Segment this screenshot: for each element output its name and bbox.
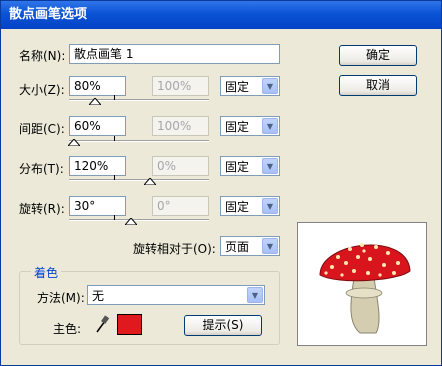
chevron-down-icon: ▼ (262, 158, 278, 174)
cancel-button[interactable]: 取消 (339, 75, 417, 96)
scatter-label: 分布(T): (19, 162, 64, 176)
rotation-relative-select[interactable]: 页面 ▼ (220, 236, 280, 256)
scatter-slider-thumb[interactable] (144, 178, 156, 185)
name-field[interactable]: 散点画笔 1 (69, 44, 280, 64)
method-value: 无 (92, 289, 105, 303)
eyedropper-icon[interactable] (94, 314, 110, 334)
scatter-mode-select[interactable]: 固定 ▼ (220, 156, 280, 176)
rotation-mode-select[interactable]: 固定 ▼ (220, 196, 280, 216)
spacing-field[interactable]: 60% (69, 116, 126, 136)
spacing-slider-tick (114, 136, 115, 141)
chevron-down-icon: ▼ (262, 78, 278, 94)
method-label: 方法(M): (37, 291, 85, 305)
spacing-mode-select[interactable]: 固定 ▼ (220, 116, 280, 136)
rotation-field[interactable]: 30° (69, 196, 126, 216)
chevron-down-icon: ▼ (262, 118, 278, 134)
ok-button[interactable]: 确定 (339, 45, 417, 66)
size-slider-tick (114, 95, 115, 100)
rotation-max-field: 0° (152, 196, 209, 216)
name-label: 名称(N): (19, 49, 66, 63)
rotation-slider-tick (114, 215, 115, 220)
scatter-brush-options-dialog: 散点画笔选项 名称(N): 散点画笔 1 大小(Z): 80% 100% 固定 … (0, 0, 442, 366)
spacing-mode-value: 固定 (225, 120, 250, 134)
key-color-label: 主色: (53, 322, 82, 336)
rotation-relative-label: 旋转相对于(O): (133, 242, 216, 256)
chevron-down-icon: ▼ (247, 287, 263, 303)
rotation-relative-value: 页面 (225, 240, 250, 254)
spacing-slider-thumb[interactable] (68, 139, 80, 146)
size-mode-value: 固定 (225, 80, 250, 94)
spacing-max-field: 100% (152, 116, 209, 136)
size-max-field: 100% (152, 76, 209, 96)
size-field[interactable]: 80% (69, 76, 126, 96)
brush-preview (297, 222, 427, 346)
size-slider-thumb[interactable] (89, 98, 101, 105)
scatter-field[interactable]: 120% (69, 156, 126, 176)
tips-button[interactable]: 提示(S) (184, 315, 262, 336)
spacing-label: 间距(C): (19, 122, 65, 136)
scatter-max-field: 0% (152, 156, 209, 176)
rotation-slider-track (69, 219, 209, 221)
dialog-title: 散点画笔选项 (9, 7, 88, 22)
scatter-slider-track (69, 179, 209, 181)
colorization-group-title: 着色 (31, 264, 62, 281)
scatter-slider-tick (114, 175, 115, 180)
rotation-slider-thumb[interactable] (125, 218, 137, 225)
rotation-label: 旋转(R): (19, 202, 65, 216)
spacing-slider-track (69, 140, 209, 142)
key-color-swatch[interactable] (117, 314, 142, 335)
chevron-down-icon: ▼ (262, 198, 278, 214)
method-select[interactable]: 无 ▼ (87, 285, 265, 305)
size-mode-select[interactable]: 固定 ▼ (220, 76, 280, 96)
scatter-mode-value: 固定 (225, 160, 250, 174)
chevron-down-icon: ▼ (262, 238, 278, 254)
rotation-mode-value: 固定 (225, 200, 250, 214)
mushroom-preview-image (319, 243, 411, 334)
size-label: 大小(Z): (19, 83, 65, 97)
title-bar[interactable]: 散点画笔选项 (1, 1, 441, 29)
